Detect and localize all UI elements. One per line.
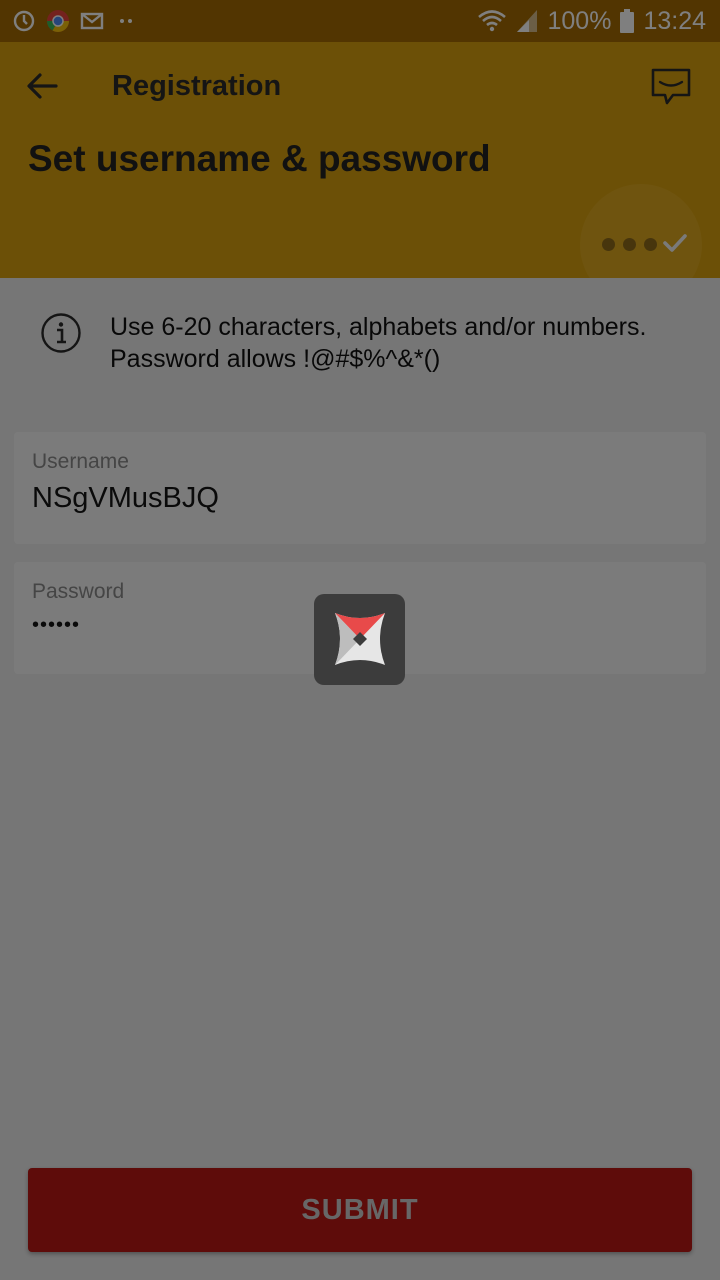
app-logo-spinner-icon (335, 613, 385, 665)
loading-spinner (314, 594, 405, 685)
